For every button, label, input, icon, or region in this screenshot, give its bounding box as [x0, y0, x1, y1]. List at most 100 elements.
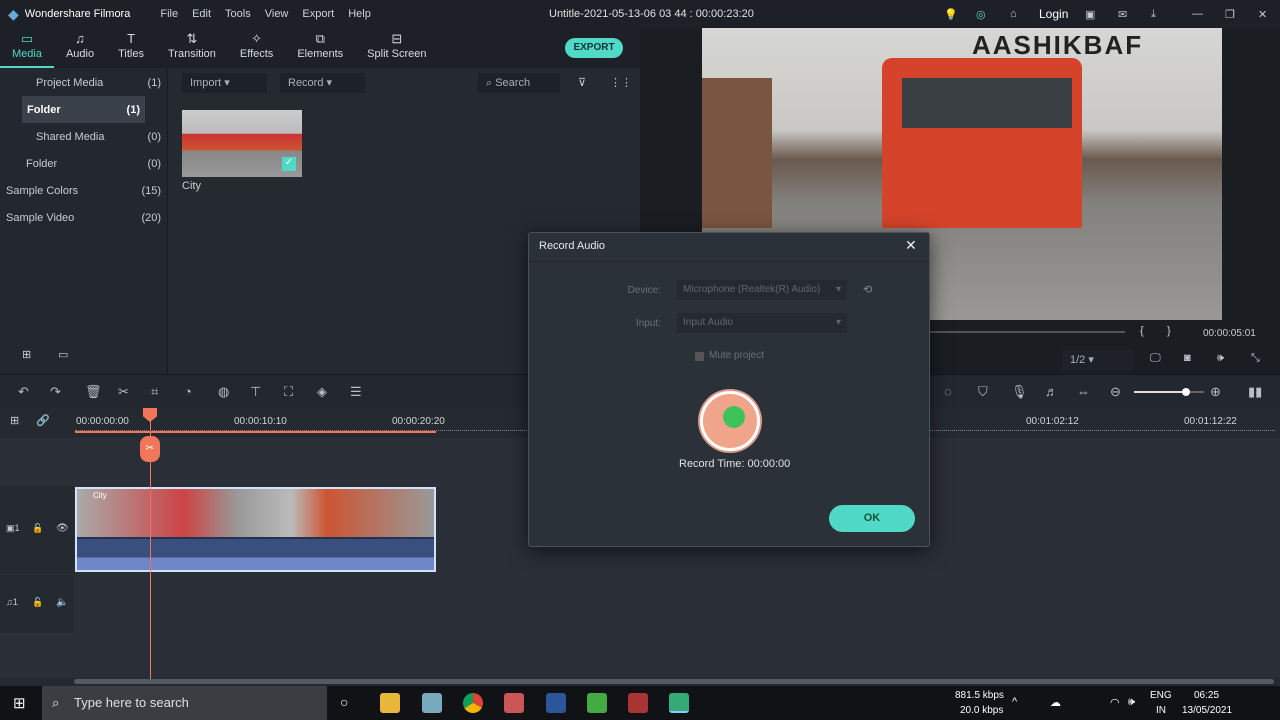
file-explorer-icon[interactable]: [380, 693, 400, 713]
device-select[interactable]: Microphone (Realtek(R) Audio) ▾: [677, 280, 847, 300]
record-button[interactable]: [700, 391, 760, 451]
import-dropdown[interactable]: Import ▾: [182, 73, 267, 93]
zoom-slider-handle[interactable]: [1181, 388, 1190, 396]
close-icon[interactable]: ✕: [905, 237, 917, 254]
preview-progress[interactable]: [930, 331, 1125, 333]
timeline-scrollbar[interactable]: [74, 679, 1274, 684]
redo-icon[interactable]: ↷: [50, 384, 61, 400]
display-icon[interactable]: 🖵: [1150, 352, 1161, 365]
login-button[interactable]: Login: [1039, 7, 1068, 21]
crop-icon[interactable]: ⌗: [151, 384, 158, 400]
menu-edit[interactable]: Edit: [192, 8, 211, 20]
wifi-icon[interactable]: ◠: [1110, 696, 1120, 709]
fit-icon[interactable]: ⛶: [284, 384, 293, 400]
library-shared-folder[interactable]: Folder (0): [0, 150, 167, 177]
library-sample-colors[interactable]: Sample Colors (15): [0, 177, 167, 204]
render-icon[interactable]: ◌: [944, 384, 952, 399]
mark-out-icon[interactable]: }: [1167, 325, 1171, 337]
menu-view[interactable]: View: [265, 8, 289, 20]
library-folder-selected[interactable]: Folder (1): [22, 96, 145, 123]
download-icon[interactable]: ⤓: [1151, 8, 1156, 21]
tab-elements[interactable]: ⧉ Elements: [285, 28, 355, 68]
refresh-icon[interactable]: ⟲: [863, 283, 872, 296]
color-icon[interactable]: ◍: [218, 384, 229, 400]
timeline-clip-city[interactable]: City: [75, 487, 436, 572]
new-folder-icon[interactable]: ⊞: [22, 348, 31, 361]
input-select[interactable]: Input Audio ▾: [677, 313, 847, 333]
audio-mixer-icon[interactable]: ♬: [1045, 384, 1058, 399]
tab-media[interactable]: ▭ Media: [0, 28, 54, 68]
zoom-slider[interactable]: [1134, 388, 1204, 396]
delete-icon[interactable]: 🗑: [85, 384, 102, 400]
lock-icon[interactable]: 🔓: [32, 523, 43, 534]
close-window-icon[interactable]: ✕: [1258, 8, 1267, 21]
mark-in-icon[interactable]: {: [1140, 325, 1144, 337]
volume-icon[interactable]: 🕪: [1217, 352, 1224, 365]
support-icon[interactable]: ◎: [976, 8, 986, 21]
microphone-icon[interactable]: 🎙: [1011, 384, 1028, 400]
search-input[interactable]: ⌕ Search: [478, 73, 560, 93]
panel-toggle-icon[interactable]: ▮▮: [1248, 384, 1262, 400]
menu-tools[interactable]: Tools: [225, 8, 251, 20]
language-2[interactable]: IN: [1156, 705, 1166, 716]
cut-icon[interactable]: ✂: [118, 384, 129, 400]
onedrive-icon[interactable]: ☁: [1050, 696, 1061, 709]
fullscreen-icon[interactable]: ⤡: [1251, 352, 1260, 365]
tab-effects[interactable]: ✧ Effects: [228, 28, 285, 68]
speaker-icon[interactable]: 🔈: [56, 597, 68, 608]
record-dropdown[interactable]: Record ▾: [280, 73, 365, 93]
tab-transition[interactable]: ⇅ Transition: [156, 28, 228, 68]
app-icon[interactable]: [628, 693, 648, 713]
zoom-in-icon[interactable]: ⊕: [1210, 384, 1221, 400]
speed-icon[interactable]: ◔: [184, 384, 192, 399]
adjust-icon[interactable]: ☰: [350, 384, 362, 400]
folder-icon[interactable]: ▭: [58, 348, 68, 361]
cortana-icon[interactable]: ○: [340, 694, 348, 710]
menu-export[interactable]: Export: [302, 8, 334, 20]
work-area-range[interactable]: [75, 431, 436, 433]
undo-icon[interactable]: ↶: [18, 384, 29, 400]
filmora-taskbar-icon[interactable]: [669, 693, 689, 713]
zoom-out-icon[interactable]: ⊖: [1110, 384, 1121, 400]
filter-icon[interactable]: ⊽: [578, 76, 586, 89]
language-1[interactable]: ENG: [1150, 690, 1172, 701]
media-thumbnail-city[interactable]: ✓: [182, 110, 302, 177]
quality-dropdown[interactable]: 1/2 ▾: [1062, 350, 1134, 370]
library-sample-video[interactable]: Sample Video (20): [0, 204, 167, 231]
app-icon[interactable]: [587, 693, 607, 713]
library-shared-media[interactable]: Shared Media (0): [0, 123, 167, 150]
add-track-icon[interactable]: ⊞: [10, 414, 19, 427]
chrome-icon[interactable]: [463, 693, 483, 713]
ok-button[interactable]: OK: [829, 505, 915, 532]
windows-start-icon[interactable]: ⊞: [13, 694, 26, 712]
tab-audio[interactable]: ♫ Audio: [54, 28, 106, 68]
tab-split-screen[interactable]: ⊟ Split Screen: [355, 28, 438, 68]
marker-icon[interactable]: ⛉: [978, 384, 988, 400]
mail-icon[interactable]: ✉: [1118, 8, 1127, 21]
speaker-tray-icon[interactable]: 🕪: [1128, 696, 1135, 709]
freeze-icon[interactable]: ⊤: [250, 384, 261, 400]
app-icon[interactable]: [504, 693, 524, 713]
word-icon[interactable]: [546, 693, 566, 713]
clock-time[interactable]: 06:25: [1194, 690, 1219, 701]
minimize-icon[interactable]: —: [1192, 8, 1203, 20]
mute-project-checkbox[interactable]: [695, 352, 704, 361]
export-button[interactable]: EXPORT: [565, 38, 623, 58]
split-scissors-icon[interactable]: ✂: [140, 436, 160, 462]
save-icon[interactable]: ▣: [1085, 8, 1095, 21]
menu-file[interactable]: File: [160, 8, 178, 20]
keyframe-icon[interactable]: ◈: [317, 384, 327, 400]
link-icon[interactable]: 🔗: [36, 414, 50, 427]
app-icon[interactable]: [422, 693, 442, 713]
store-icon[interactable]: ⌂: [1010, 8, 1017, 20]
fit-timeline-icon[interactable]: ⇔: [1077, 384, 1090, 399]
tab-titles[interactable]: T Titles: [106, 28, 156, 68]
snapshot-icon[interactable]: ◙: [1184, 352, 1191, 364]
visibility-eye-icon[interactable]: 👁: [56, 523, 69, 534]
restore-icon[interactable]: ❐: [1225, 8, 1235, 21]
clock-date[interactable]: 13/05/2021: [1182, 705, 1232, 716]
library-project-media[interactable]: Project Media (1): [0, 69, 167, 96]
grid-view-icon[interactable]: ⋮⋮: [610, 76, 632, 89]
bulb-icon[interactable]: 💡: [944, 8, 958, 21]
lock-icon[interactable]: 🔓: [32, 597, 43, 608]
